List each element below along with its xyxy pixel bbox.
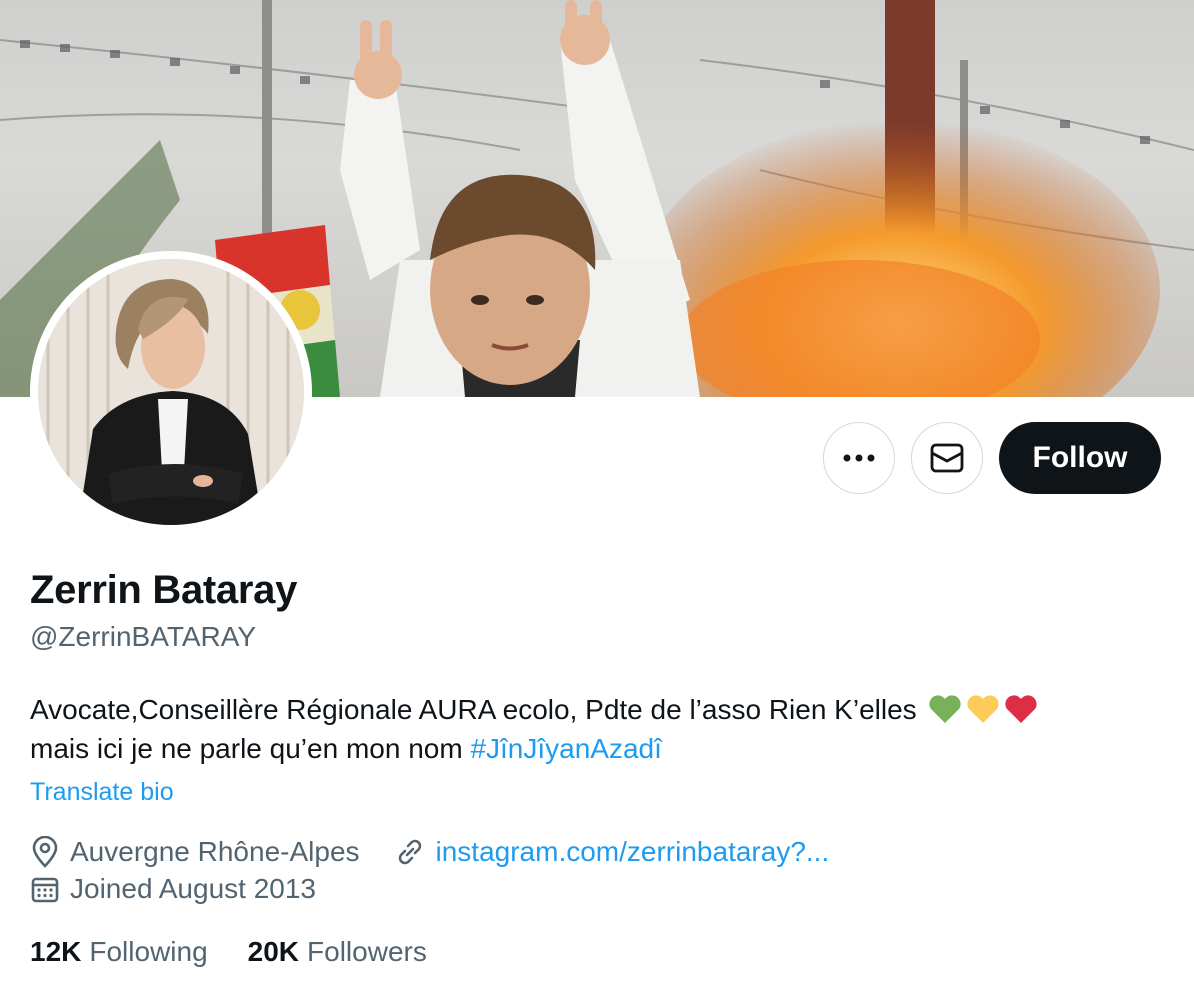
- more-icon: [843, 454, 875, 462]
- website-link[interactable]: instagram.com/zerrinbataray?...: [436, 836, 830, 868]
- envelope-icon: [930, 443, 964, 473]
- avatar-image: [38, 259, 304, 525]
- bio-text-line2: mais ici je ne parle qu’en mon nom: [30, 733, 463, 764]
- followers-count: 20K: [247, 936, 300, 967]
- user-handle: @ZerrinBATARAY: [30, 621, 257, 652]
- following-link[interactable]: 12K Following: [30, 936, 208, 968]
- bio-text: Avocate,Conseillère Régionale AURA ecolo…: [30, 694, 917, 725]
- follow-button[interactable]: Follow: [999, 422, 1161, 494]
- followers-link[interactable]: 20K Followers: [248, 936, 427, 968]
- bio: Avocate,Conseillère Régionale AURA ecolo…: [30, 690, 1170, 768]
- bio-hashtag-link[interactable]: #JînJîyanAzadî: [470, 733, 661, 764]
- location-text: Auvergne Rhône-Alpes: [70, 836, 360, 867]
- green-heart-icon: [929, 695, 962, 723]
- message-button[interactable]: [911, 422, 983, 494]
- link-icon: [398, 839, 421, 865]
- more-button[interactable]: [823, 422, 895, 494]
- profile-meta-row: Auvergne Rhône-Alpes instagram.com/zerri…: [30, 836, 829, 868]
- avatar[interactable]: [38, 259, 304, 525]
- display-name: Zerrin Bataray: [30, 568, 298, 612]
- profile-meta-row-joined: Joined August 2013: [30, 873, 316, 905]
- following-count: 12K: [30, 936, 82, 967]
- red-heart-icon: [1005, 695, 1038, 723]
- followers-label: Followers: [307, 936, 427, 967]
- joined-date: Joined August 2013: [70, 873, 316, 904]
- yellow-heart-icon: [967, 695, 1000, 723]
- follow-stats: 12K Following 20K Followers: [30, 936, 427, 968]
- following-label: Following: [89, 936, 208, 967]
- translate-bio-link[interactable]: Translate bio: [30, 778, 174, 807]
- location-pin-icon: [32, 836, 58, 868]
- calendar-icon: [31, 877, 59, 903]
